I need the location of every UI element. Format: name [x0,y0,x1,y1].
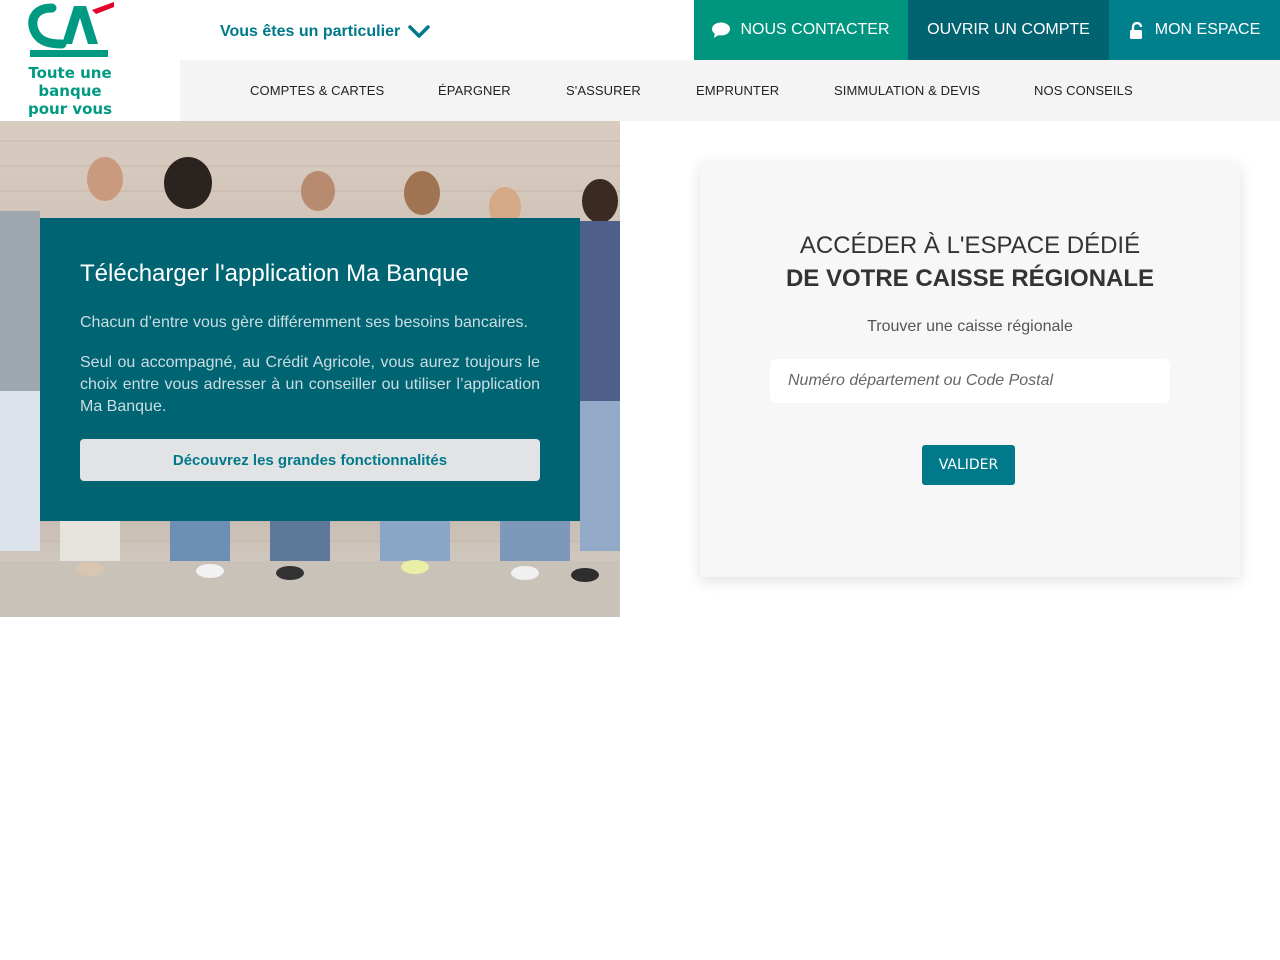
open-account-button[interactable]: OUVRIR UN COMPTE [908,0,1109,60]
regional-bank-finder: ACCÉDER À L'ESPACE DÉDIÉ DE VOTRE CAISSE… [700,162,1240,577]
finder-title-line1: ACCÉDER À L'ESPACE DÉDIÉ [799,232,1141,259]
finder-subtitle: Trouver une caisse régionale [867,318,1073,335]
chat-bubble-icon [712,22,731,38]
postal-code-input[interactable] [770,359,1170,403]
open-account-button-label: OUVRIR UN COMPTE [927,21,1090,38]
ca-logo-icon [28,2,114,57]
brand-logo[interactable]: Toute une banque pour vous [0,0,180,121]
nav-item-epargner[interactable]: ÉPARGNER [438,83,511,98]
profile-select[interactable]: Vous êtes un particulier [220,20,430,44]
hero-image: Télécharger l'application Ma Banque Chac… [0,121,620,617]
main-nav: COMPTES & CARTES ÉPARGNER S'ASSURER EMPR… [180,60,1280,121]
nav-item-emprunter[interactable]: EMPRUNTER [696,83,779,98]
chevron-down-icon [408,25,430,38]
unlock-icon [1129,21,1145,39]
finder-title-line2: DE VOTRE CAISSE RÉGIONALE [785,265,1155,292]
contact-button[interactable]: NOUS CONTACTER [694,0,908,60]
discover-features-button[interactable]: Découvrez les grandes fonctionnalités [80,439,540,481]
promo-title: Télécharger l'application Ma Banque [80,260,469,287]
my-space-button[interactable]: MON ESPACE [1109,0,1280,60]
brand-tagline: Toute une banque pour vous [27,64,113,118]
contact-button-label: NOUS CONTACTER [740,21,890,38]
app-promo-panel: Télécharger l'application Ma Banque Chac… [40,218,580,521]
nav-item-nos-conseils[interactable]: NOS CONSEILS [1034,83,1133,98]
my-space-button-label: MON ESPACE [1154,21,1261,38]
profile-select-label: Vous êtes un particulier [220,23,401,40]
promo-paragraph-1: Chacun d’entre vous gère différemment se… [80,314,528,331]
nav-item-comptes-cartes[interactable]: COMPTES & CARTES [250,83,384,98]
nav-item-simulation-devis[interactable]: SIMMULATION & DEVIS [834,83,980,98]
promo-paragraph-2: Seul ou accompagné, au Crédit Agricole, … [80,354,540,415]
validate-button[interactable]: VALIDER [922,445,1015,485]
nav-item-sassurer[interactable]: S'ASSURER [566,83,641,98]
